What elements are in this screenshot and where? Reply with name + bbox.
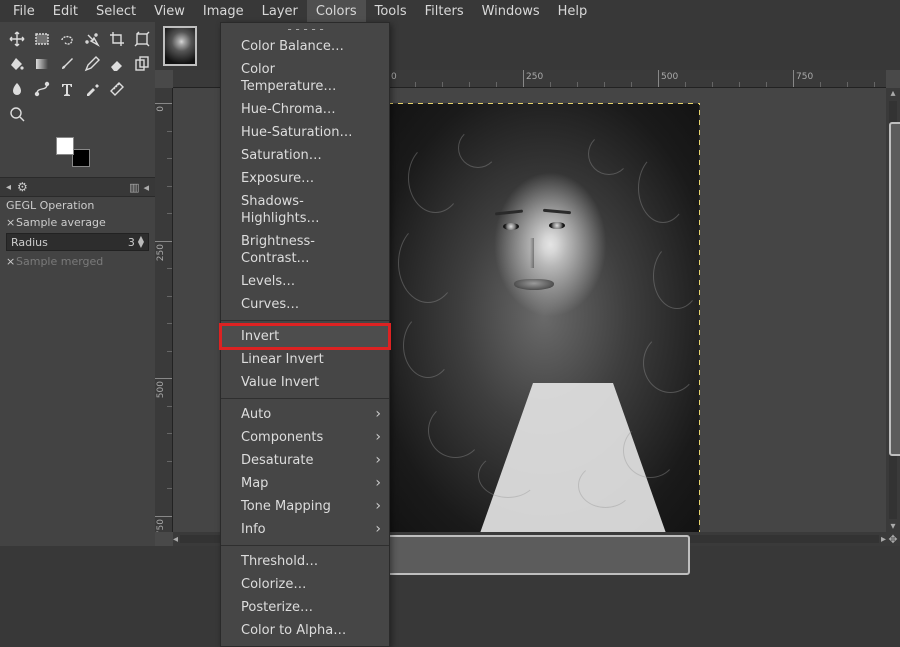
menu-filters[interactable]: Filters <box>416 0 473 22</box>
sidebar: ◂ ⚙ ▥ ◂ GEGL Operation × Sample average … <box>0 22 155 546</box>
menu-item-saturation[interactable]: Saturation… <box>221 144 389 167</box>
menu-bar: FileEditSelectViewImageLayerColorsToolsF… <box>0 0 900 22</box>
vertical-ruler: 0250500750 <box>155 88 173 532</box>
menu-item-curves[interactable]: Curves… <box>221 293 389 316</box>
color-picker-tool-icon[interactable] <box>81 78 103 100</box>
radius-field[interactable]: Radius 3 ▲▼ <box>6 233 149 251</box>
radius-label: Radius <box>11 236 48 249</box>
sample-merged-label: Sample merged <box>16 255 103 268</box>
menu-separator <box>221 320 389 321</box>
image-tab-thumbnail[interactable] <box>163 26 197 66</box>
menu-item-colorize[interactable]: Colorize… <box>221 573 389 596</box>
menu-item-value-invert[interactable]: Value Invert <box>221 371 389 394</box>
menu-colors[interactable]: Colors <box>307 0 366 22</box>
menu-select[interactable]: Select <box>87 0 145 22</box>
canvas-image <box>388 103 700 532</box>
menu-item-brightness-contrast[interactable]: Brightness-Contrast… <box>221 230 389 270</box>
text-tool-icon[interactable] <box>56 78 78 100</box>
path-tool-icon[interactable] <box>31 78 53 100</box>
collapse-icon[interactable]: ◂ <box>6 182 11 193</box>
configure-tab-icon[interactable]: ▥ <box>129 181 139 194</box>
tool-options-tab-icon[interactable]: ⚙ <box>17 180 28 194</box>
menu-item-info[interactable]: Info <box>221 518 389 541</box>
menu-item-invert[interactable]: Invert <box>221 325 389 348</box>
menu-file[interactable]: File <box>4 0 44 22</box>
free-select-tool-icon[interactable] <box>56 28 78 50</box>
menu-image[interactable]: Image <box>194 0 253 22</box>
menu-tear-off-icon[interactable]: ╶╶╶╶╶ <box>221 27 389 35</box>
menu-item-hue-saturation[interactable]: Hue-Saturation… <box>221 121 389 144</box>
menu-layer[interactable]: Layer <box>253 0 307 22</box>
menu-item-shadows-highlights[interactable]: Shadows-Highlights… <box>221 190 389 230</box>
menu-windows[interactable]: Windows <box>473 0 549 22</box>
paintbrush-tool-icon[interactable] <box>56 53 78 75</box>
tab-menu-icon[interactable]: ◂ <box>143 181 149 194</box>
menu-item-linear-invert[interactable]: Linear Invert <box>221 348 389 371</box>
toolbox <box>0 22 155 127</box>
menu-edit[interactable]: Edit <box>44 0 87 22</box>
menu-item-levels[interactable]: Levels… <box>221 270 389 293</box>
menu-item-map[interactable]: Map <box>221 472 389 495</box>
bucket-fill-tool-icon[interactable] <box>6 53 28 75</box>
menu-item-posterize[interactable]: Posterize… <box>221 596 389 619</box>
rect-select-tool-icon[interactable] <box>31 28 53 50</box>
color-swatches[interactable] <box>56 137 90 167</box>
vertical-scrollbar[interactable]: ▴ ▾ <box>886 88 900 532</box>
close-icon[interactable]: × <box>6 216 16 229</box>
scrollbar-thumb[interactable] <box>889 122 900 456</box>
eraser-tool-icon[interactable] <box>106 53 128 75</box>
menu-tools[interactable]: Tools <box>366 0 416 22</box>
tool-options-tab-bar: ◂ ⚙ ▥ ◂ <box>0 177 155 197</box>
menu-item-color-balance[interactable]: Color Balance… <box>221 35 389 58</box>
spinner-icon[interactable]: ▲▼ <box>138 236 144 248</box>
menu-item-hue-chroma[interactable]: Hue-Chroma… <box>221 98 389 121</box>
fg-color-swatch[interactable] <box>56 137 74 155</box>
menu-view[interactable]: View <box>145 0 194 22</box>
navigation-preview-icon[interactable]: ✥ <box>886 532 900 546</box>
menu-item-color-to-alpha[interactable]: Color to Alpha… <box>221 619 389 642</box>
bg-color-swatch[interactable] <box>72 149 90 167</box>
sample-average-row[interactable]: × Sample average <box>0 214 155 231</box>
menu-item-tone-mapping[interactable]: Tone Mapping <box>221 495 389 518</box>
gradient-tool-icon[interactable] <box>31 53 53 75</box>
pencil-tool-icon[interactable] <box>81 53 103 75</box>
smudge-tool-icon[interactable] <box>6 78 28 100</box>
scroll-left-icon[interactable]: ◂ <box>173 534 178 545</box>
zoom-tool-icon[interactable] <box>6 103 28 125</box>
scroll-down-icon[interactable]: ▾ <box>890 521 895 532</box>
menu-item-auto[interactable]: Auto <box>221 403 389 426</box>
menu-item-color-temperature[interactable]: Color Temperature… <box>221 58 389 98</box>
clone-tool-icon[interactable] <box>131 53 153 75</box>
fuzzy-select-tool-icon[interactable] <box>81 28 103 50</box>
sample-average-label: Sample average <box>16 216 106 229</box>
menu-item-threshold[interactable]: Threshold… <box>221 550 389 573</box>
menu-item-desaturate[interactable]: Desaturate <box>221 449 389 472</box>
colors-menu-dropdown: ╶╶╶╶╶ Color Balance…Color Temperature…Hu… <box>220 22 390 647</box>
menu-separator <box>221 398 389 399</box>
scroll-up-icon[interactable]: ▴ <box>890 88 895 99</box>
radius-value: 3 <box>128 236 135 249</box>
close-icon[interactable]: × <box>6 255 16 268</box>
menu-item-components[interactable]: Components <box>221 426 389 449</box>
sample-merged-row[interactable]: × Sample merged <box>0 253 155 270</box>
move-tool-icon[interactable] <box>6 28 28 50</box>
transform-tool-icon[interactable] <box>131 28 153 50</box>
measure-tool-icon[interactable] <box>106 78 128 100</box>
crop-tool-icon[interactable] <box>106 28 128 50</box>
menu-item-exposure[interactable]: Exposure… <box>221 167 389 190</box>
menu-help[interactable]: Help <box>549 0 597 22</box>
tool-options-title: GEGL Operation <box>0 197 155 214</box>
